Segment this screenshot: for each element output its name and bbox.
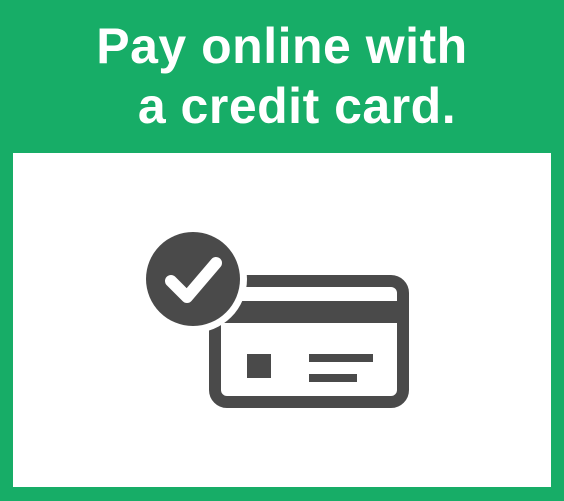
checkmark-badge-icon: [139, 225, 247, 333]
headline-line-1: Pay online with: [96, 18, 468, 74]
promo-banner: Pay online with a credit card.: [0, 0, 564, 501]
headline-line-2: a credit card.: [137, 78, 457, 134]
headline: Pay online with a credit card.: [0, 16, 564, 136]
credit-card-check-icon: [13, 153, 551, 487]
illustration-panel: [13, 153, 551, 487]
